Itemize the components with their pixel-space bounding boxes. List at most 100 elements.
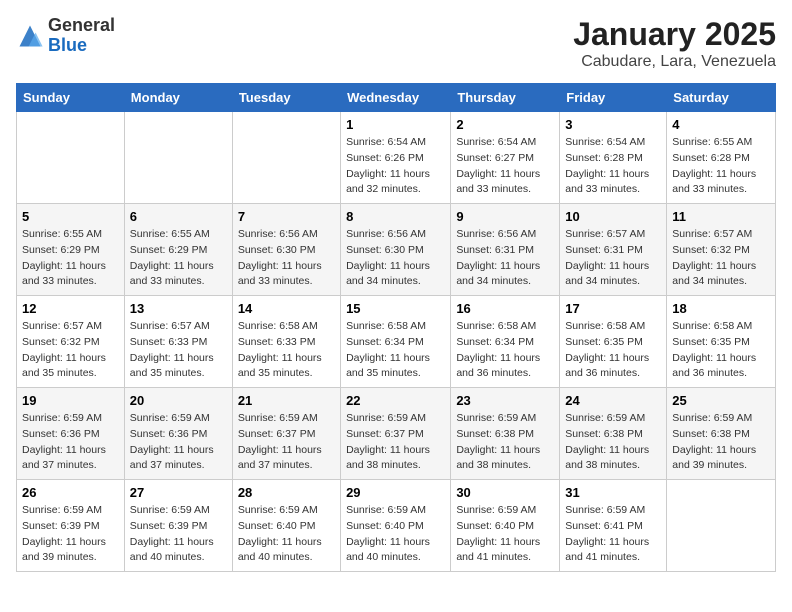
calendar-cell [17,112,125,204]
day-info: Sunrise: 6:57 AMSunset: 6:32 PMDaylight:… [672,227,770,290]
day-info: Sunrise: 6:55 AMSunset: 6:29 PMDaylight:… [22,227,119,290]
calendar-header: Sunday Monday Tuesday Wednesday Thursday… [17,84,776,112]
day-info: Sunrise: 6:59 AMSunset: 6:40 PMDaylight:… [346,503,445,566]
col-tuesday: Tuesday [232,84,340,112]
logo-icon [16,22,44,50]
calendar-cell: 8 Sunrise: 6:56 AMSunset: 6:30 PMDaylight… [341,204,451,296]
day-number: 15 [346,301,445,316]
calendar-cell: 3 Sunrise: 6:54 AMSunset: 6:28 PMDaylight… [560,112,667,204]
calendar-cell: 16 Sunrise: 6:58 AMSunset: 6:34 PMDayligh… [451,296,560,388]
day-number: 23 [456,393,554,408]
calendar-cell: 24 Sunrise: 6:59 AMSunset: 6:38 PMDayligh… [560,388,667,480]
day-info: Sunrise: 6:54 AMSunset: 6:26 PMDaylight:… [346,135,445,198]
day-number: 18 [672,301,770,316]
title-block: January 2025 Cabudare, Lara, Venezuela [573,16,776,71]
day-number: 10 [565,209,661,224]
calendar-cell: 13Sunrise: 6:57 AMSunset: 6:33 PMDayligh… [124,296,232,388]
day-info: Sunrise: 6:54 AMSunset: 6:27 PMDaylight:… [456,135,554,198]
calendar-cell: 11Sunrise: 6:57 AMSunset: 6:32 PMDayligh… [667,204,776,296]
day-info: Sunrise: 6:59 AMSunset: 6:40 PMDaylight:… [238,503,335,566]
day-number: 21 [238,393,335,408]
day-info: Sunrise: 6:58 AMSunset: 6:35 PMDaylight:… [565,319,661,382]
day-info: Sunrise: 6:59 AMSunset: 6:36 PMDaylight:… [22,411,119,474]
calendar-cell [667,480,776,572]
day-info: Sunrise: 6:57 AMSunset: 6:31 PMDaylight:… [565,227,661,290]
calendar-cell: 9 Sunrise: 6:56 AMSunset: 6:31 PMDaylight… [451,204,560,296]
day-info: Sunrise: 6:59 AMSunset: 6:36 PMDaylight:… [130,411,227,474]
col-friday: Friday [560,84,667,112]
day-info: Sunrise: 6:59 AMSunset: 6:39 PMDaylight:… [22,503,119,566]
calendar-cell: 10 Sunrise: 6:57 AMSunset: 6:31 PMDayligh… [560,204,667,296]
day-info: Sunrise: 6:56 AMSunset: 6:30 PMDaylight:… [346,227,445,290]
calendar-cell: 12 Sunrise: 6:57 AMSunset: 6:32 PMDayligh… [17,296,125,388]
calendar-table: Sunday Monday Tuesday Wednesday Thursday… [16,83,776,572]
location-subtitle: Cabudare, Lara, Venezuela [573,53,776,71]
day-number: 30 [456,485,554,500]
day-number: 19 [22,393,119,408]
day-number: 16 [456,301,554,316]
day-number: 3 [565,117,661,132]
calendar-cell: 22 Sunrise: 6:59 AMSunset: 6:37 PMDayligh… [341,388,451,480]
col-wednesday: Wednesday [341,84,451,112]
calendar-body: 1 Sunrise: 6:54 AMSunset: 6:26 PMDaylight… [17,112,776,572]
day-info: Sunrise: 6:58 AMSunset: 6:33 PMDaylight:… [238,319,335,382]
day-info: Sunrise: 6:59 AMSunset: 6:37 PMDaylight:… [346,411,445,474]
calendar-week-5: 26Sunrise: 6:59 AMSunset: 6:39 PMDayligh… [17,480,776,572]
day-number: 24 [565,393,661,408]
calendar-cell: 19 Sunrise: 6:59 AMSunset: 6:36 PMDayligh… [17,388,125,480]
calendar-cell: 6Sunrise: 6:55 AMSunset: 6:29 PMDaylight… [124,204,232,296]
calendar-cell: 30Sunrise: 6:59 AMSunset: 6:40 PMDayligh… [451,480,560,572]
day-number: 14 [238,301,335,316]
calendar-cell [124,112,232,204]
day-number: 20 [130,393,227,408]
day-number: 1 [346,117,445,132]
day-number: 5 [22,209,119,224]
day-number: 7 [238,209,335,224]
logo-blue: Blue [48,36,115,56]
col-sunday: Sunday [17,84,125,112]
day-info: Sunrise: 6:57 AMSunset: 6:32 PMDaylight:… [22,319,119,382]
day-number: 22 [346,393,445,408]
day-number: 12 [22,301,119,316]
day-number: 4 [672,117,770,132]
logo-general: General [48,16,115,36]
calendar-cell: 21Sunrise: 6:59 AMSunset: 6:37 PMDayligh… [232,388,340,480]
page-header: General Blue January 2025 Cabudare, Lara… [16,16,776,71]
day-info: Sunrise: 6:56 AMSunset: 6:31 PMDaylight:… [456,227,554,290]
calendar-week-1: 1 Sunrise: 6:54 AMSunset: 6:26 PMDaylight… [17,112,776,204]
day-info: Sunrise: 6:55 AMSunset: 6:28 PMDaylight:… [672,135,770,198]
calendar-cell: 15 Sunrise: 6:58 AMSunset: 6:34 PMDayligh… [341,296,451,388]
calendar-week-4: 19 Sunrise: 6:59 AMSunset: 6:36 PMDayligh… [17,388,776,480]
day-number: 17 [565,301,661,316]
day-number: 28 [238,485,335,500]
calendar-cell: 27Sunrise: 6:59 AMSunset: 6:39 PMDayligh… [124,480,232,572]
day-info: Sunrise: 6:58 AMSunset: 6:34 PMDaylight:… [456,319,554,382]
calendar-cell: 20 Sunrise: 6:59 AMSunset: 6:36 PMDayligh… [124,388,232,480]
calendar-cell: 28 Sunrise: 6:59 AMSunset: 6:40 PMDayligh… [232,480,340,572]
logo-text: General Blue [48,16,115,56]
header-row: Sunday Monday Tuesday Wednesday Thursday… [17,84,776,112]
logo: General Blue [16,16,115,56]
calendar-week-3: 12 Sunrise: 6:57 AMSunset: 6:32 PMDayligh… [17,296,776,388]
calendar-cell: 14 Sunrise: 6:58 AMSunset: 6:33 PMDayligh… [232,296,340,388]
calendar-cell: 25Sunrise: 6:59 AMSunset: 6:38 PMDayligh… [667,388,776,480]
day-number: 8 [346,209,445,224]
col-saturday: Saturday [667,84,776,112]
day-info: Sunrise: 6:59 AMSunset: 6:38 PMDaylight:… [565,411,661,474]
col-monday: Monday [124,84,232,112]
calendar-cell: 4 Sunrise: 6:55 AMSunset: 6:28 PMDaylight… [667,112,776,204]
month-title: January 2025 [573,16,776,53]
calendar-cell: 1 Sunrise: 6:54 AMSunset: 6:26 PMDaylight… [341,112,451,204]
day-info: Sunrise: 6:58 AMSunset: 6:34 PMDaylight:… [346,319,445,382]
day-number: 9 [456,209,554,224]
calendar-cell: 17 Sunrise: 6:58 AMSunset: 6:35 PMDayligh… [560,296,667,388]
day-number: 31 [565,485,661,500]
day-number: 27 [130,485,227,500]
calendar-cell [232,112,340,204]
calendar-week-2: 5 Sunrise: 6:55 AMSunset: 6:29 PMDaylight… [17,204,776,296]
calendar-cell: 18 Sunrise: 6:58 AMSunset: 6:35 PMDayligh… [667,296,776,388]
calendar-cell: 29Sunrise: 6:59 AMSunset: 6:40 PMDayligh… [341,480,451,572]
day-info: Sunrise: 6:54 AMSunset: 6:28 PMDaylight:… [565,135,661,198]
calendar-cell: 5 Sunrise: 6:55 AMSunset: 6:29 PMDaylight… [17,204,125,296]
day-info: Sunrise: 6:58 AMSunset: 6:35 PMDaylight:… [672,319,770,382]
